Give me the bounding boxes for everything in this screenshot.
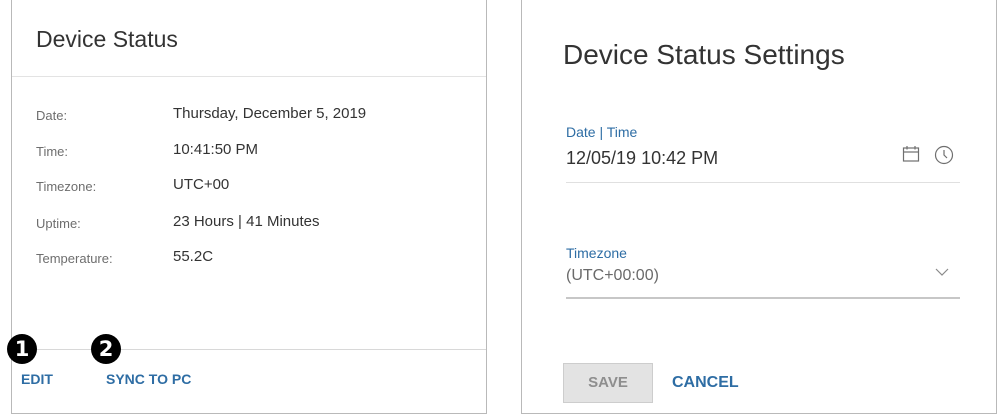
chevron-down-icon[interactable] xyxy=(935,264,949,282)
cancel-button[interactable]: CANCEL xyxy=(672,374,739,392)
status-row-temperature: Temperature: 55.2C xyxy=(36,248,466,270)
row-label: Date: xyxy=(36,108,68,123)
callout-badge-2: 2 xyxy=(91,334,121,364)
sync-to-pc-button[interactable]: SYNC TO PC xyxy=(106,371,191,387)
header-divider xyxy=(12,76,486,77)
datetime-label: Date | Time xyxy=(566,124,638,140)
row-label: Temperature: xyxy=(36,251,113,266)
calendar-icon[interactable] xyxy=(902,145,920,168)
callout-badge-1: 1 xyxy=(7,334,37,364)
status-row-uptime: Uptime: 23 Hours | 41 Minutes xyxy=(36,213,466,235)
row-label: Timezone: xyxy=(36,179,97,194)
panel-title: Device Status xyxy=(36,26,178,52)
row-value: Thursday, December 5, 2019 xyxy=(173,105,367,122)
status-row-timezone: Timezone: UTC+00 xyxy=(36,176,466,198)
timezone-label: Timezone xyxy=(566,245,627,261)
status-row-time: Time: 10:41:50 PM xyxy=(36,141,466,163)
row-value: 55.2C xyxy=(173,248,214,265)
clock-icon[interactable] xyxy=(934,145,954,170)
save-button[interactable]: SAVE xyxy=(563,363,653,403)
timezone-underline xyxy=(566,297,960,299)
edit-button[interactable]: EDIT xyxy=(21,371,53,387)
row-value: UTC+00 xyxy=(173,176,230,193)
row-value: 23 Hours | 41 Minutes xyxy=(173,213,320,230)
status-row-date: Date: Thursday, December 5, 2019 xyxy=(36,105,466,127)
datetime-field[interactable]: 12/05/19 10:42 PM xyxy=(566,148,718,169)
row-value: 10:41:50 PM xyxy=(173,141,259,158)
datetime-underline xyxy=(566,182,960,183)
device-status-settings-panel: Device Status Settings Date | Time 12/05… xyxy=(521,0,997,414)
device-status-panel: Device Status Date: Thursday, December 5… xyxy=(11,0,487,414)
row-label: Uptime: xyxy=(36,216,81,231)
timezone-select[interactable]: (UTC+00:00) xyxy=(566,267,659,285)
row-label: Time: xyxy=(36,144,69,159)
footer-divider xyxy=(12,349,486,350)
settings-title: Device Status Settings xyxy=(563,39,845,70)
